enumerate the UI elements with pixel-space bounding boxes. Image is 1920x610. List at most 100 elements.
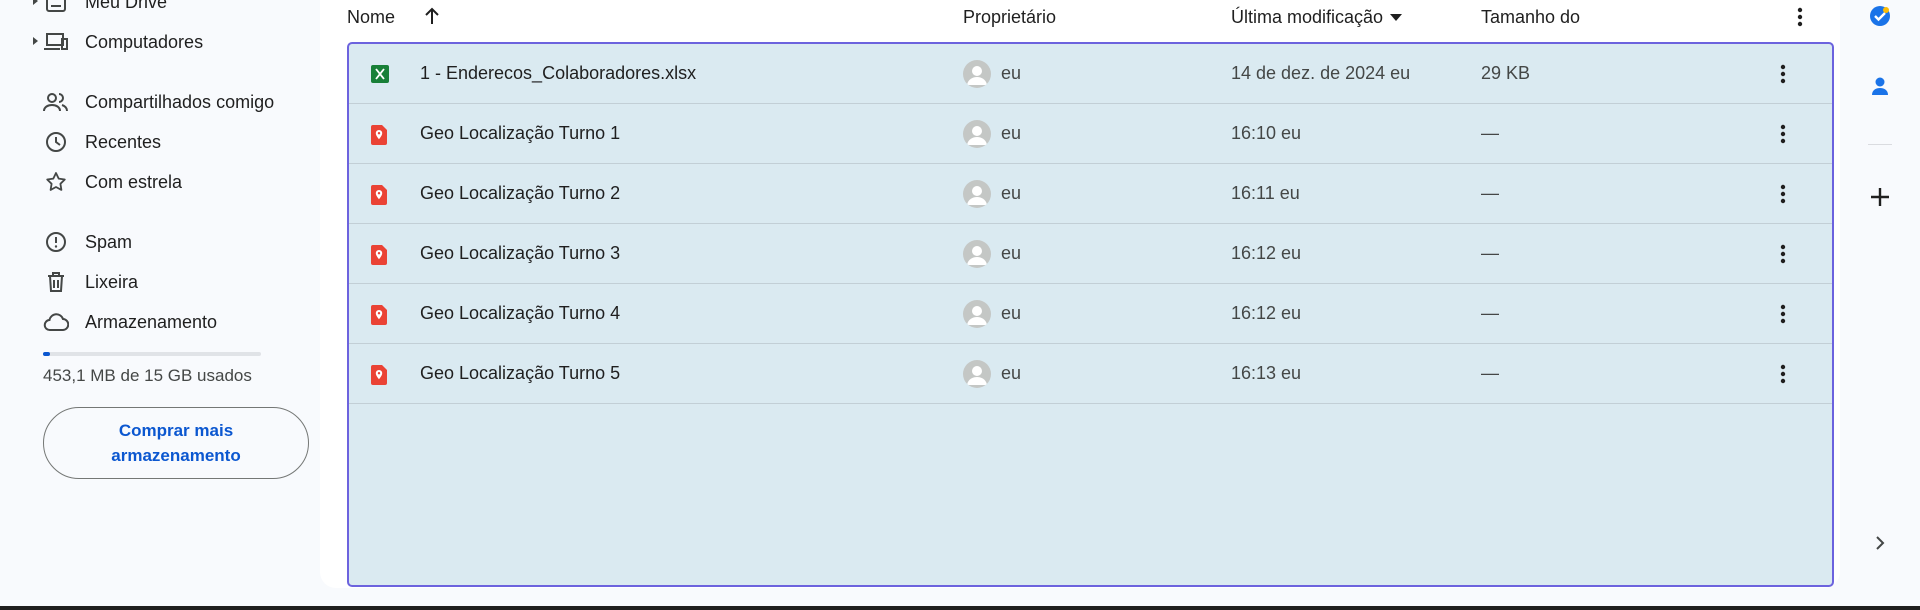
- sidebar-item-label: Compartilhados comigo: [85, 91, 275, 112]
- table-row[interactable]: Geo Localização Turno 1 eu 16:10 eu —: [349, 104, 1832, 164]
- expand-panel-icon[interactable]: [1864, 527, 1896, 559]
- file-modified: 16:13 eu: [1231, 363, 1302, 383]
- table-row[interactable]: Geo Localização Turno 4 eu 16:12 eu —: [349, 284, 1832, 344]
- column-header-owner-label: Proprietário: [963, 7, 1057, 27]
- sidebar-item-label: Recentes: [85, 131, 162, 152]
- sidebar-item-label: Computadores: [85, 31, 204, 52]
- buy-storage-button[interactable]: Comprar mais armazenamento: [43, 407, 309, 479]
- tasks-icon[interactable]: [1864, 0, 1896, 32]
- sidebar-item-recent[interactable]: Recentes: [0, 126, 300, 158]
- owner-avatar: [963, 120, 991, 148]
- more-options-icon[interactable]: [1767, 358, 1799, 390]
- file-modified: 16:11 eu: [1231, 183, 1300, 203]
- file-name: Geo Localização Turno 4: [420, 303, 621, 323]
- file-name: 1 - Enderecos_Colaboradores.xlsx: [420, 63, 697, 83]
- file-name: Geo Localização Turno 1: [420, 123, 621, 143]
- file-size: 29 KB: [1481, 63, 1531, 83]
- more-options-icon[interactable]: [1767, 238, 1799, 270]
- clock-icon: [42, 128, 70, 156]
- expand-caret-icon[interactable]: [33, 0, 38, 5]
- file-size: —: [1481, 243, 1499, 263]
- table-row[interactable]: Geo Localização Turno 5 eu 16:13 eu —: [349, 344, 1832, 404]
- column-header-name[interactable]: Nome: [347, 7, 395, 28]
- drive-icon: [42, 0, 70, 16]
- people-icon: [42, 88, 70, 116]
- file-modified: 16:10 eu: [1231, 123, 1302, 143]
- more-options-icon[interactable]: [1767, 58, 1799, 90]
- file-owner: eu: [1001, 123, 1022, 143]
- column-header-modified-label: Última modificação: [1231, 7, 1384, 27]
- rail-divider: [1868, 144, 1892, 145]
- add-icon[interactable]: [1864, 181, 1896, 213]
- column-header-size[interactable]: Tamanho do: [1481, 7, 1580, 28]
- contacts-icon[interactable]: [1864, 70, 1896, 102]
- sidebar-item-starred[interactable]: Com estrela: [0, 166, 300, 198]
- file-size: —: [1481, 303, 1499, 323]
- column-header-modified[interactable]: Última modificação: [1231, 7, 1403, 28]
- storage-usage-fill: [43, 352, 50, 356]
- sidebar-item-label: Armazenamento: [85, 311, 218, 332]
- sidebar-item-label: Lixeira: [85, 271, 139, 292]
- file-name: Geo Localização Turno 3: [420, 243, 621, 263]
- spam-icon: [42, 228, 70, 256]
- file-modified: 16:12 eu: [1231, 243, 1302, 263]
- table-row[interactable]: Geo Localização Turno 2 eu 16:11 eu —: [349, 164, 1832, 224]
- file-list-panel: Nome Proprietário Última modificação Tam…: [320, 0, 1840, 588]
- file-name: Geo Localização Turno 5: [420, 363, 621, 383]
- excel-file-icon: [371, 65, 389, 85]
- column-header-owner[interactable]: Proprietário: [963, 7, 1056, 28]
- left-sidebar: Meu Drive Computadores Compartilhados co…: [0, 0, 320, 606]
- storage-usage-bar: [43, 352, 261, 356]
- more-options-icon[interactable]: [1767, 298, 1799, 330]
- expand-caret-icon[interactable]: [33, 37, 38, 45]
- sidebar-item-label: Com estrela: [85, 171, 183, 192]
- owner-avatar: [963, 240, 991, 268]
- computers-icon: [42, 28, 70, 56]
- file-size: —: [1481, 183, 1499, 203]
- file-name: Geo Localização Turno 2: [420, 183, 621, 203]
- table-row[interactable]: 1 - Enderecos_Colaboradores.xlsx eu 14 de …: [349, 44, 1832, 104]
- sidebar-item-spam[interactable]: Spam: [0, 226, 300, 258]
- storage-usage-text: 453,1 MB de 15 GB usados: [43, 366, 252, 385]
- file-modified: 14 de dez. de 2024 eu: [1231, 63, 1411, 83]
- sidebar-item-label: Meu Drive: [85, 0, 168, 12]
- header-more-options-icon[interactable]: [1784, 1, 1816, 33]
- owner-avatar: [963, 180, 991, 208]
- file-owner: eu: [1001, 243, 1022, 263]
- sort-ascending-icon[interactable]: [420, 4, 444, 28]
- more-options-icon[interactable]: [1767, 118, 1799, 150]
- my-maps-file-icon: [371, 365, 389, 385]
- file-size: —: [1481, 123, 1499, 143]
- owner-avatar: [963, 300, 991, 328]
- column-header-name-label: Nome: [347, 7, 396, 27]
- file-owner: eu: [1001, 183, 1022, 203]
- owner-avatar: [963, 60, 991, 88]
- sidebar-item-my-drive[interactable]: Meu Drive: [0, 0, 300, 18]
- window-bottom-edge: [0, 606, 1920, 610]
- sidebar-item-trash[interactable]: Lixeira: [0, 266, 300, 298]
- file-size: —: [1481, 363, 1499, 383]
- file-table-selection: 1 - Enderecos_Colaboradores.xlsx eu 14 de …: [347, 42, 1834, 587]
- right-side-panel: [1840, 0, 1920, 606]
- dropdown-arrow-icon: [1390, 14, 1403, 21]
- more-options-icon[interactable]: [1767, 178, 1799, 210]
- file-owner: eu: [1001, 363, 1022, 383]
- column-header-size-label: Tamanho do: [1481, 7, 1581, 27]
- sidebar-item-label: Spam: [85, 231, 133, 252]
- table-row[interactable]: Geo Localização Turno 3 eu 16:12 eu —: [349, 224, 1832, 284]
- file-modified: 16:12 eu: [1231, 303, 1302, 323]
- sidebar-item-storage[interactable]: Armazenamento: [0, 306, 300, 338]
- cloud-icon: [42, 308, 70, 336]
- star-icon: [42, 168, 70, 196]
- my-maps-file-icon: [371, 245, 389, 265]
- my-maps-file-icon: [371, 125, 389, 145]
- file-owner: eu: [1001, 63, 1022, 83]
- table-header: Nome Proprietário Última modificação Tam…: [320, 0, 1840, 34]
- file-owner: eu: [1001, 303, 1022, 323]
- my-maps-file-icon: [371, 305, 389, 325]
- sidebar-item-shared[interactable]: Compartilhados comigo: [0, 86, 300, 118]
- sidebar-item-computers[interactable]: Computadores: [0, 26, 300, 58]
- owner-avatar: [963, 360, 991, 388]
- my-maps-file-icon: [371, 185, 389, 205]
- trash-icon: [42, 268, 70, 296]
